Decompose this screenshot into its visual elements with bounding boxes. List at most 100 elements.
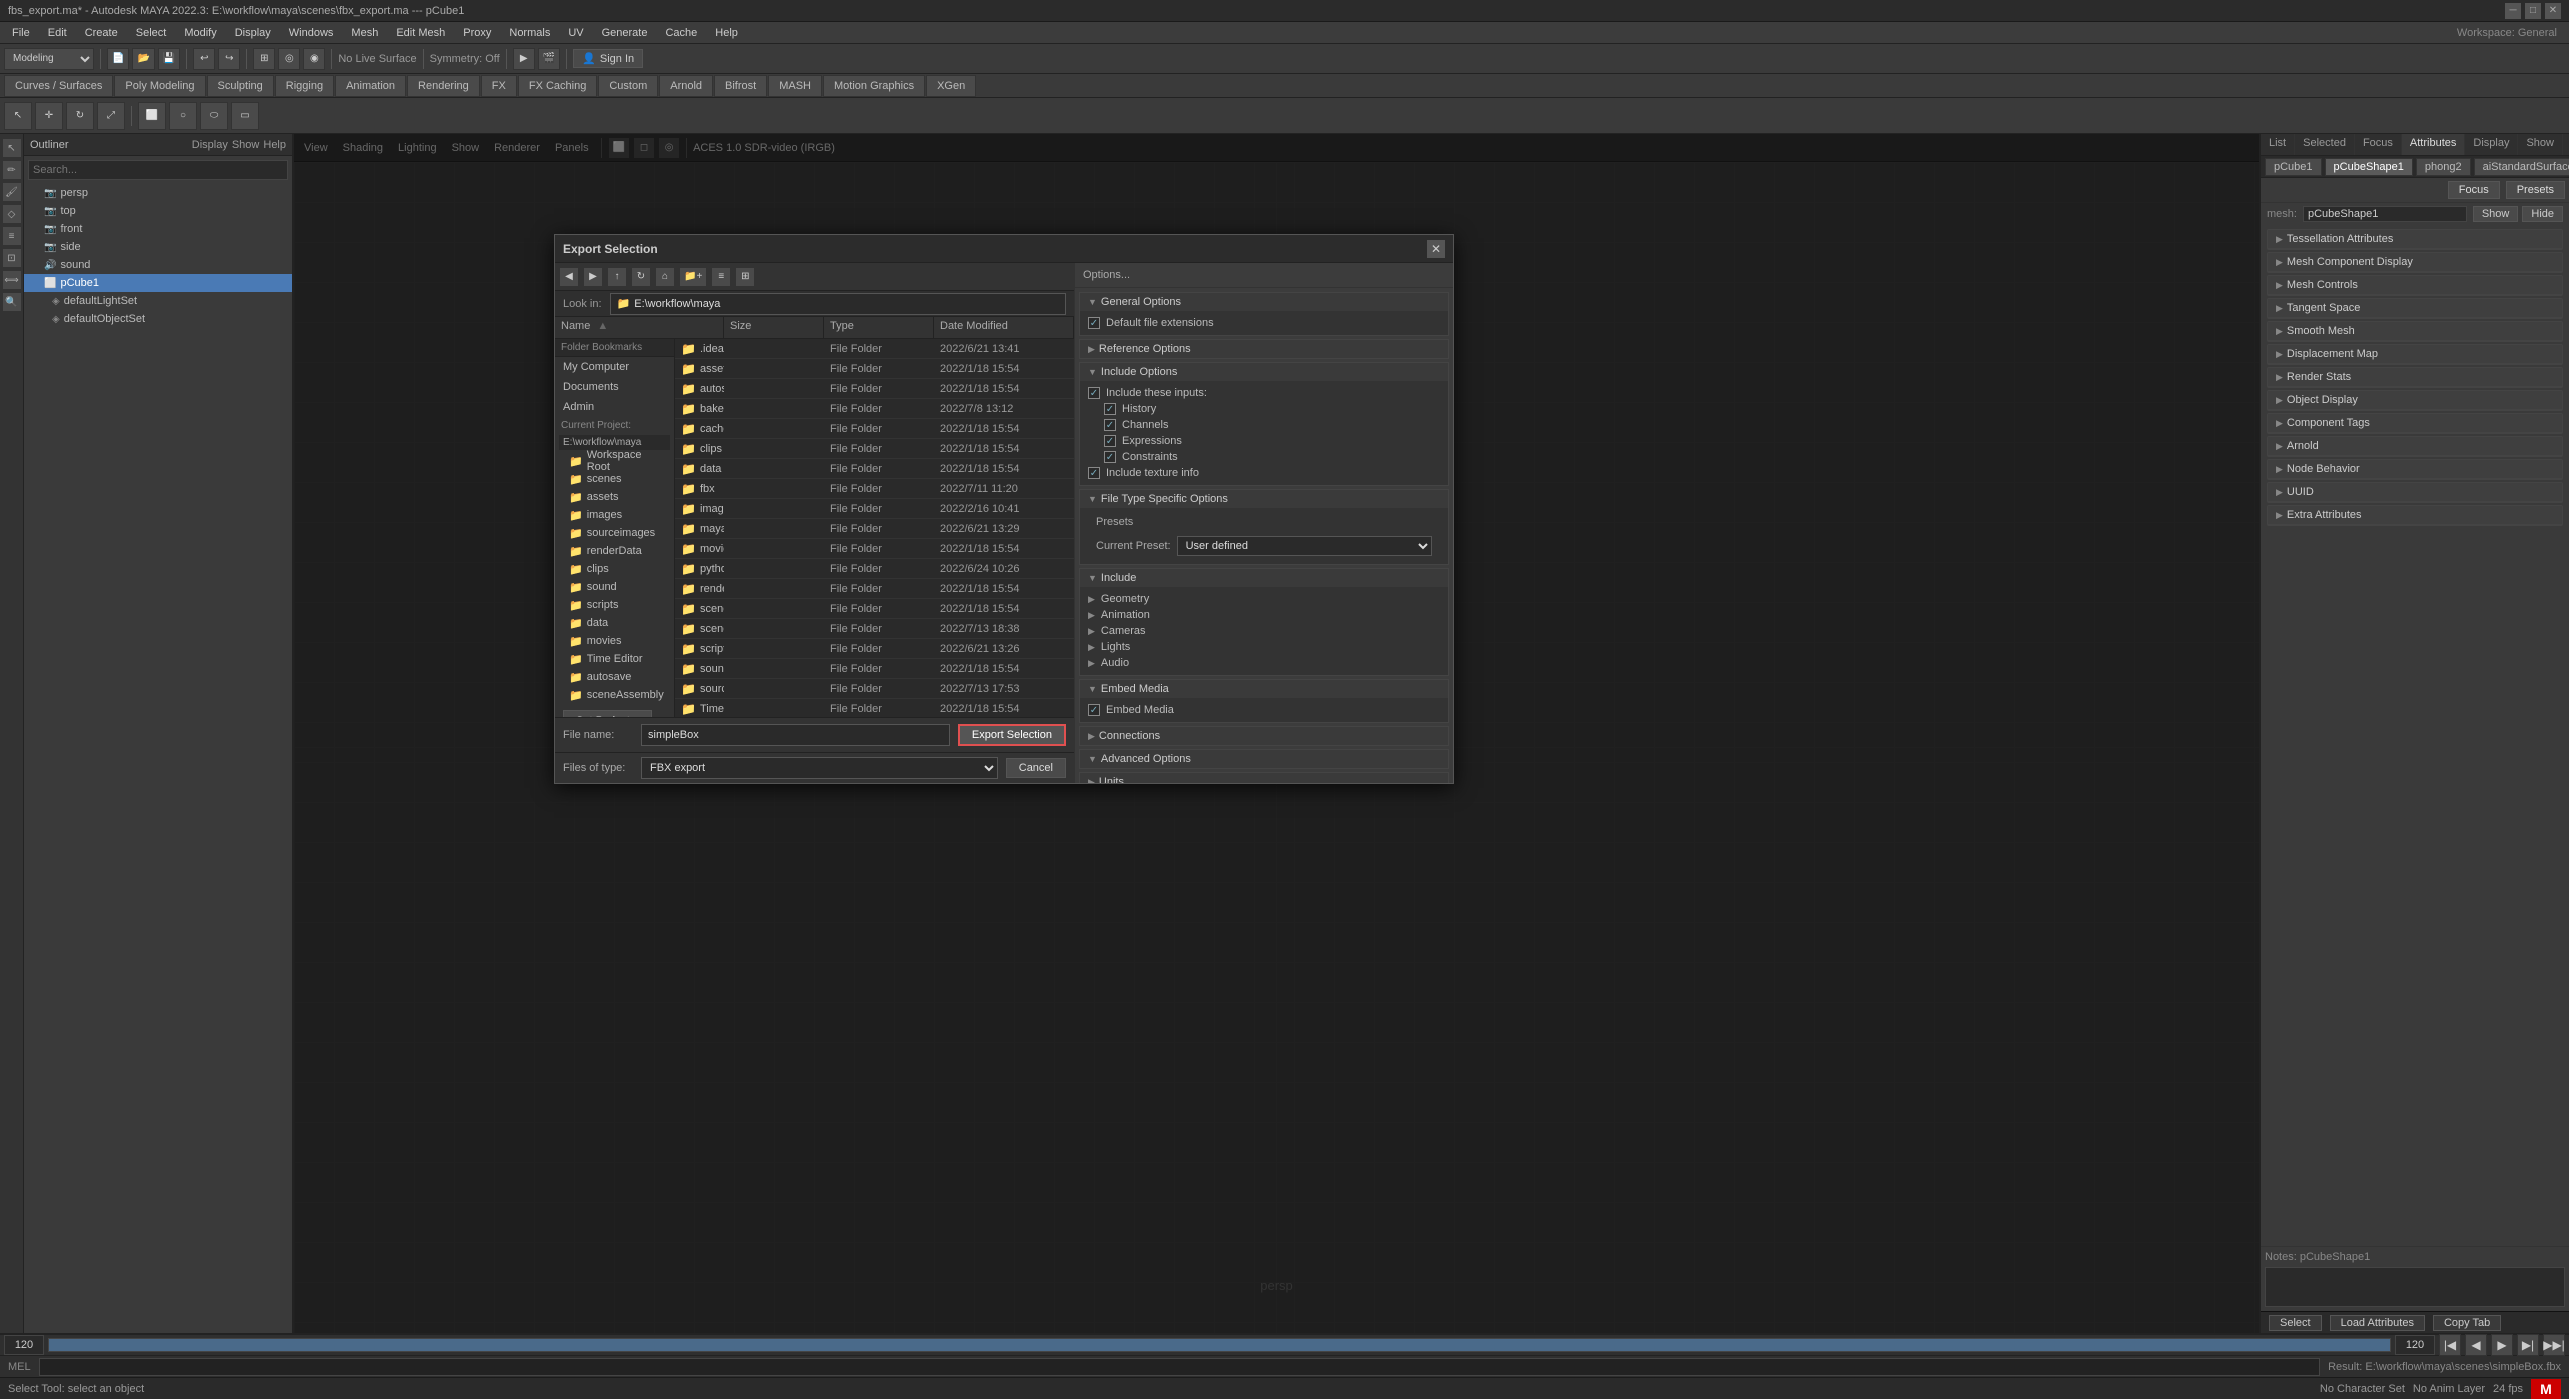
- rotate-tool[interactable]: ↻: [66, 102, 94, 130]
- attr-group-mesh-component-header[interactable]: ▶ Mesh Component Display: [2268, 253, 2562, 272]
- snap-point-btn[interactable]: ◉: [303, 48, 325, 70]
- menu-file[interactable]: File: [4, 25, 38, 41]
- view-list-btn[interactable]: ≡: [711, 267, 731, 287]
- redo-btn[interactable]: ↪: [218, 48, 240, 70]
- menu-create[interactable]: Create: [77, 25, 126, 41]
- file-row-idea[interactable]: 📁.idea File Folder 2022/6/21 13:41: [675, 339, 1074, 359]
- attr-group-component-tags-header[interactable]: ▶ Component Tags: [2268, 414, 2562, 433]
- relax-icon[interactable]: ⊡: [2, 248, 22, 268]
- node-tab-pcubeshape1[interactable]: pCubeShape1: [2325, 158, 2413, 176]
- select-btn[interactable]: Select: [2269, 1315, 2322, 1331]
- bookmark-admin[interactable]: Admin: [555, 397, 674, 417]
- menu-edit-mesh[interactable]: Edit Mesh: [388, 25, 453, 41]
- new-scene-btn[interactable]: 📄: [107, 48, 129, 70]
- proj-data[interactable]: 📁 data: [555, 614, 674, 632]
- file-row-renderdata[interactable]: 📁renderData File Folder 2022/1/18 15:54: [675, 579, 1074, 599]
- maximize-btn[interactable]: □: [2525, 3, 2541, 19]
- options-header[interactable]: Options...: [1075, 263, 1453, 288]
- minimize-btn[interactable]: ─: [2505, 3, 2521, 19]
- modal-close-btn[interactable]: ✕: [1427, 240, 1445, 258]
- proj-scripts[interactable]: 📁 scripts: [555, 596, 674, 614]
- embed-media-header[interactable]: ▼ Embed Media: [1080, 680, 1448, 698]
- forward-btn[interactable]: ▶: [583, 267, 603, 287]
- file-row-maya[interactable]: 📁maya File Folder 2022/6/21 13:29: [675, 519, 1074, 539]
- back-btn[interactable]: ◀: [559, 267, 579, 287]
- hide-btn[interactable]: Hide: [2522, 206, 2563, 222]
- attr-group-tangent-header[interactable]: ▶ Tangent Space: [2268, 299, 2562, 318]
- file-row-scripts[interactable]: 📁scripts File Folder 2022/6/21 13:26: [675, 639, 1074, 659]
- attr-group-extra-header[interactable]: ▶ Extra Attributes: [2268, 506, 2562, 525]
- file-type-header[interactable]: ▼ File Type Specific Options: [1080, 490, 1448, 508]
- col-type[interactable]: Type: [824, 317, 934, 338]
- home-btn[interactable]: ⌂: [655, 267, 675, 287]
- col-name[interactable]: Name ▲: [555, 317, 724, 338]
- history-check[interactable]: ✓: [1104, 403, 1116, 415]
- embed-media-check[interactable]: ✓: [1088, 704, 1100, 716]
- tab-animation[interactable]: Animation: [335, 75, 406, 97]
- attr-group-smooth-mesh-header[interactable]: ▶ Smooth Mesh: [2268, 322, 2562, 341]
- scale-tool[interactable]: ⤢: [97, 102, 125, 130]
- file-row-sound[interactable]: 📁sound File Folder 2022/1/18 15:54: [675, 659, 1074, 679]
- file-row-clips[interactable]: 📁clips File Folder 2022/1/18 15:54: [675, 439, 1074, 459]
- tab-fx-caching[interactable]: FX Caching: [518, 75, 597, 97]
- tab-bifrost[interactable]: Bifrost: [714, 75, 767, 97]
- poly-plane[interactable]: ▭: [231, 102, 259, 130]
- rtab-help[interactable]: Help: [2563, 134, 2569, 155]
- file-row-fbx[interactable]: 📁fbx File Folder 2022/7/11 11:20: [675, 479, 1074, 499]
- outliner-help-btn[interactable]: Help: [263, 139, 286, 151]
- file-row-bakedimages[interactable]: 📁bakedimages File Folder 2022/7/8 13:12: [675, 399, 1074, 419]
- include-inputs-check[interactable]: ✓: [1088, 387, 1100, 399]
- file-row-time-editor[interactable]: 📁Time Editor File Folder 2022/1/18 15:54: [675, 699, 1074, 717]
- proj-movies[interactable]: 📁 movies: [555, 632, 674, 650]
- file-row-cache[interactable]: 📁cache File Folder 2022/1/18 15:54: [675, 419, 1074, 439]
- rtab-attributes[interactable]: Attributes: [2402, 134, 2465, 155]
- proj-renderdata[interactable]: 📁 renderData: [555, 542, 674, 560]
- reference-options-header[interactable]: ▶ Reference Options: [1080, 340, 1448, 358]
- proj-autosave[interactable]: 📁 autosave: [555, 668, 674, 686]
- menu-windows[interactable]: Windows: [281, 25, 342, 41]
- attr-group-render-stats-header[interactable]: ▶ Render Stats: [2268, 368, 2562, 387]
- node-tab-pcube1[interactable]: pCube1: [2265, 158, 2322, 176]
- menu-normals[interactable]: Normals: [501, 25, 558, 41]
- tree-side[interactable]: 📷 side: [24, 238, 292, 256]
- frame-end-input[interactable]: [2395, 1335, 2435, 1355]
- file-row-python[interactable]: 📁python File Folder 2022/6/24 10:26: [675, 559, 1074, 579]
- proj-time-editor[interactable]: 📁 Time Editor: [555, 650, 674, 668]
- attr-group-tessellation-header[interactable]: ▶ Tessellation Attributes: [2268, 230, 2562, 249]
- texture-info-check[interactable]: ✓: [1088, 467, 1100, 479]
- col-date[interactable]: Date Modified: [934, 317, 1074, 338]
- outliner-display-btn[interactable]: Display: [192, 139, 228, 151]
- bookmark-my-computer[interactable]: My Computer: [555, 357, 674, 377]
- file-row-movies[interactable]: 📁movies File Folder 2022/1/18 15:54: [675, 539, 1074, 559]
- proj-sourceimages[interactable]: 📁 sourceimages: [555, 524, 674, 542]
- menu-display[interactable]: Display: [227, 25, 279, 41]
- connections-header[interactable]: ▶ Connections: [1080, 727, 1448, 745]
- mode-selector[interactable]: Modeling: [4, 48, 94, 70]
- step-forward-btn[interactable]: ▶|: [2517, 1334, 2539, 1356]
- ipr-btn[interactable]: 🎬: [538, 48, 560, 70]
- file-row-images[interactable]: 📁images File Folder 2022/2/16 10:41: [675, 499, 1074, 519]
- tab-curves-surfaces[interactable]: Curves / Surfaces: [4, 75, 113, 97]
- proj-clips[interactable]: 📁 clips: [555, 560, 674, 578]
- search-icon[interactable]: 🔍: [2, 292, 22, 312]
- bookmark-documents[interactable]: Documents: [555, 377, 674, 397]
- mirror-icon[interactable]: ⟺: [2, 270, 22, 290]
- play-back-btn[interactable]: |◀: [2439, 1334, 2461, 1356]
- save-btn[interactable]: 💾: [158, 48, 180, 70]
- rtab-focus[interactable]: Focus: [2355, 134, 2402, 155]
- file-row-sceneassembly[interactable]: 📁sceneAssembly File Folder 2022/1/18 15:…: [675, 599, 1074, 619]
- attr-group-displacement-header[interactable]: ▶ Displacement Map: [2268, 345, 2562, 364]
- attr-group-arnold-header[interactable]: ▶ Arnold: [2268, 437, 2562, 456]
- proj-assets[interactable]: 📁 assets: [555, 488, 674, 506]
- load-attributes-btn[interactable]: Load Attributes: [2330, 1315, 2425, 1331]
- tab-mash[interactable]: MASH: [768, 75, 822, 97]
- close-btn[interactable]: ✕: [2545, 3, 2561, 19]
- undo-btn[interactable]: ↩: [193, 48, 215, 70]
- node-tab-aistandard[interactable]: aiStandardSurface3: [2474, 158, 2569, 176]
- selection-icon[interactable]: ↖: [2, 138, 22, 158]
- default-extensions-check[interactable]: ✓: [1088, 317, 1100, 329]
- file-row-scenes[interactable]: 📁scenes File Folder 2022/7/13 18:38: [675, 619, 1074, 639]
- sculpt-icon[interactable]: 🖌: [2, 182, 22, 202]
- tab-poly-modeling[interactable]: Poly Modeling: [114, 75, 205, 97]
- preset-select[interactable]: User defined: [1177, 536, 1432, 556]
